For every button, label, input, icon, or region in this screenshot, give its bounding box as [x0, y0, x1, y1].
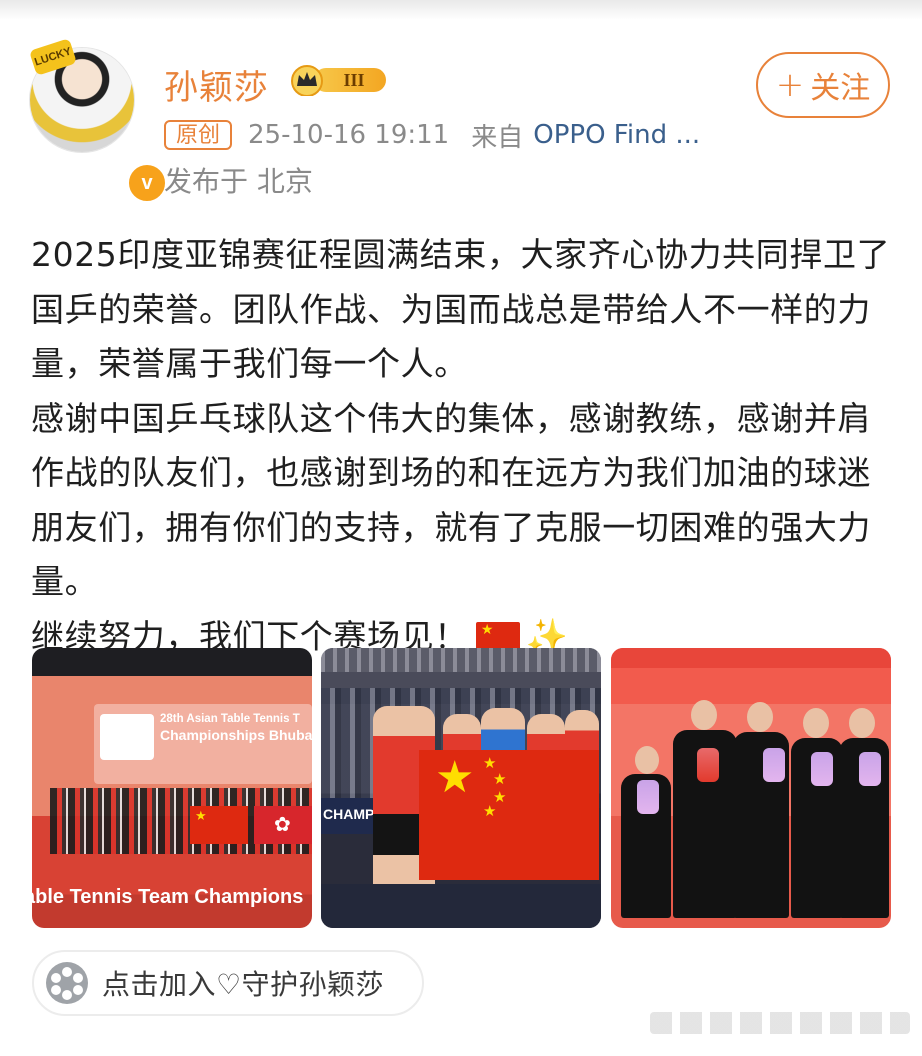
crown-icon [291, 65, 323, 96]
event-logo [100, 714, 154, 760]
china-flag-emoji [475, 621, 520, 652]
flag-star-icon: ★ [483, 754, 497, 772]
fan-club-icon [46, 962, 88, 1004]
bouquet [637, 780, 659, 814]
author-name[interactable]: 孙颖莎 [164, 60, 269, 109]
source-device-link[interactable]: OPPO Find ... [533, 120, 700, 150]
post-paragraph: 感谢中国乒乓球队这个伟大的集体，感谢教练，感谢并肩作战的队友们，也感谢到场的和在… [31, 398, 871, 602]
post-text: 2025印度亚锦赛征程圆满结束，大家齐心协力共同捍卫了国乒的荣誉。团队作战、为国… [31, 228, 893, 664]
podium-banner [611, 648, 891, 668]
post-location: 发布于 北京 [164, 165, 313, 198]
post-photo-2[interactable]: CHAMPIO ★ ★ ★ ★ ★ [321, 648, 601, 928]
bouquet [859, 752, 881, 786]
vip-badge[interactable]: III [290, 64, 388, 96]
author-avatar[interactable]: LUCKY v [29, 38, 168, 204]
event-screen-title: 28th Asian Table Tennis T Championships … [160, 712, 312, 743]
post-meta: 原创 25-10-16 19:11 来自 OPPO Find ... [164, 118, 700, 153]
follow-button[interactable]: + 关注 [756, 52, 890, 118]
post-photo-1[interactable]: 28th Asian Table Tennis T Championships … [32, 648, 312, 928]
bouquet [811, 752, 833, 786]
hong-kong-flag [254, 806, 312, 844]
flag-star-icon: ★ [493, 770, 507, 788]
person-head [849, 708, 875, 738]
person-head [691, 700, 717, 730]
china-flag [190, 806, 248, 844]
bouquet [697, 748, 719, 782]
flag-star-icon: ★ [435, 752, 475, 803]
follow-label: 关注 [810, 71, 871, 106]
post-timestamp: 25-10-16 19:11 [248, 120, 450, 150]
bouquet [763, 748, 785, 782]
verified-badge-icon: v [126, 162, 168, 204]
championship-banner: able Tennis Team Champions [32, 886, 304, 908]
screen-title-line1: 28th Asian Table Tennis T [160, 713, 300, 725]
person-head [803, 708, 829, 738]
stage-truss [321, 648, 601, 672]
plus-icon: + [775, 65, 805, 105]
join-fan-club-button[interactable]: 点击加入♡守护孙颖莎 [32, 950, 424, 1016]
status-area [0, 0, 922, 20]
original-tag: 原创 [164, 120, 233, 150]
join-text: 点击加入♡守护孙颖莎 [102, 968, 385, 1001]
source-prefix: 来自 [471, 122, 524, 153]
post-paragraph: 2025印度亚锦赛征程圆满结束，大家齐心协力共同捍卫了国乒的荣誉。团队作战、为国… [31, 235, 891, 383]
post-photo-3[interactable] [611, 648, 891, 928]
watermark [650, 1012, 910, 1034]
person-head [747, 702, 773, 732]
screen-title-line2: Championships Bhuban [160, 727, 312, 743]
flag-star-icon: ★ [483, 802, 497, 820]
arena-floor [321, 884, 601, 928]
person-head [635, 746, 659, 774]
